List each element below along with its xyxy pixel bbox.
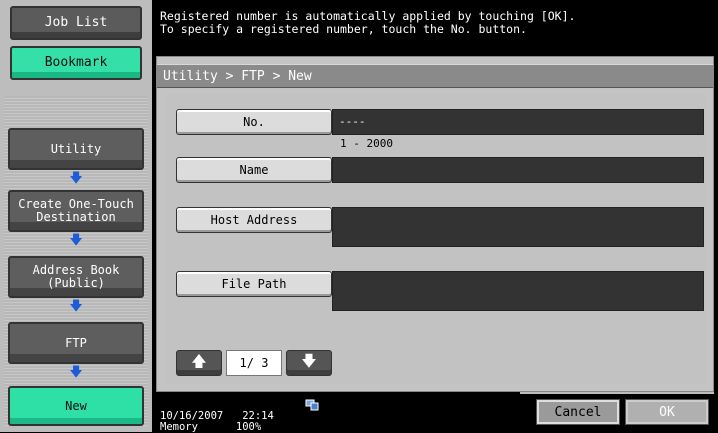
number-range-hint: 1 - 2000 (340, 137, 393, 150)
memory-value: 100% (235, 421, 262, 433)
cancel-button[interactable]: Cancel (536, 399, 620, 425)
memory-label: Memory (160, 421, 198, 433)
instruction-message: Registered number is automatically appli… (160, 10, 710, 36)
nav-create-one-touch[interactable]: Create One-Touch Destination (8, 190, 144, 232)
page-indicator: 1/ 3 (226, 350, 282, 376)
name-button[interactable]: Name (176, 157, 332, 183)
message-line-2: To specify a registered number, touch th… (160, 22, 527, 36)
arrow-up-icon: 🡅 (191, 351, 207, 370)
arrow-down-icon: 🡇 (301, 351, 317, 370)
nav-address-book-public[interactable]: Address Book (Public) (8, 256, 144, 298)
arrow-down-icon: 🡇 (69, 365, 83, 380)
tab-job-list[interactable]: Job List (10, 6, 142, 40)
nav-utility[interactable]: Utility (8, 128, 144, 170)
message-line-1: Registered number is automatically appli… (160, 9, 576, 23)
host-address-field (332, 207, 704, 247)
file-path-button[interactable]: File Path (176, 271, 332, 297)
host-address-button[interactable]: Host Address (176, 207, 332, 233)
network-icon (305, 399, 319, 411)
name-field (332, 157, 704, 183)
file-path-field (332, 271, 704, 311)
number-field: ---- (332, 109, 704, 135)
arrow-down-icon: 🡇 (69, 233, 83, 248)
page-down-button[interactable]: 🡇 (286, 350, 332, 376)
nav-ftp[interactable]: FTP (8, 322, 144, 364)
number-button[interactable]: No. (176, 109, 332, 135)
page-title: Utility > FTP > New (157, 64, 713, 88)
arrow-down-icon: 🡇 (69, 171, 83, 186)
ok-button[interactable]: OK (625, 399, 709, 425)
page-up-button[interactable]: 🡅 (176, 350, 222, 376)
status-memory: Memory 100% (160, 421, 261, 433)
tab-bookmark[interactable]: Bookmark (10, 46, 142, 80)
arrow-down-icon: 🡇 (69, 299, 83, 314)
nav-new[interactable]: New (8, 386, 144, 426)
